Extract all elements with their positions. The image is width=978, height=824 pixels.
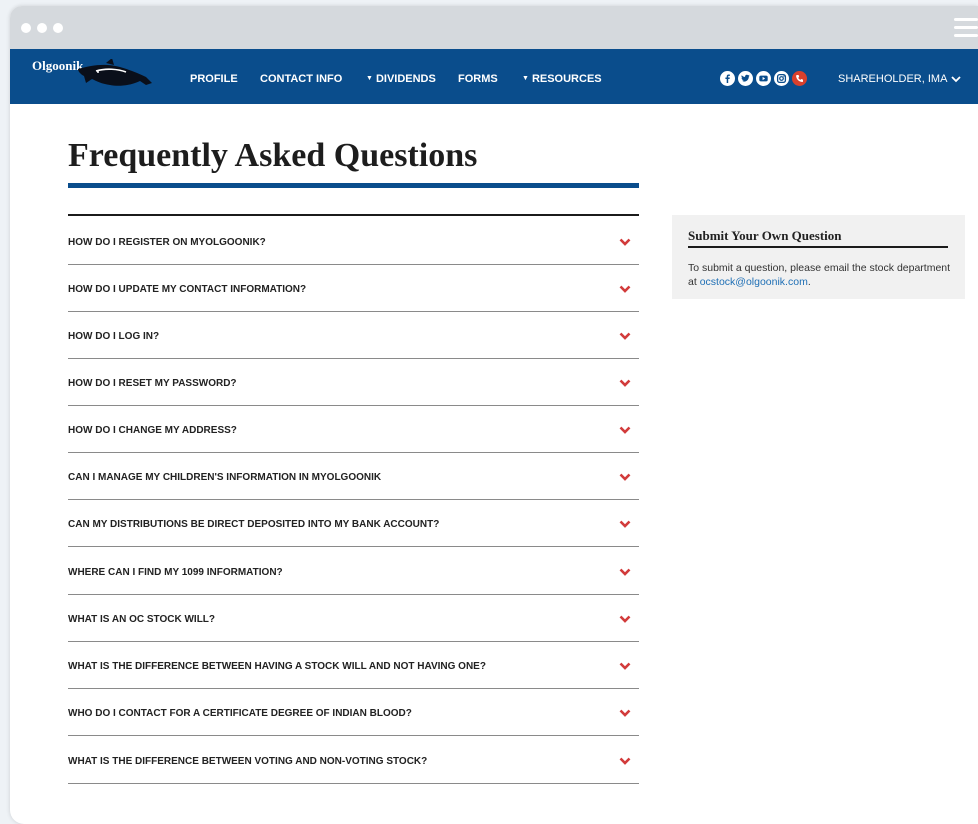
chevron-down-icon [619,238,631,246]
faq-list-top-border [68,214,639,216]
window-dot[interactable] [21,23,31,33]
facebook-icon[interactable] [720,71,735,86]
nav-resources[interactable]: ▼ RESOURCES [522,73,602,85]
chevron-down-icon [619,757,631,765]
window-dot[interactable] [37,23,47,33]
youtube-icon[interactable] [756,71,771,86]
faq-item[interactable]: HOW DO I REGISTER ON MYOLGOONIK? [68,217,639,265]
faq-item[interactable]: HOW DO I CHANGE MY ADDRESS? [68,405,639,453]
window-dot[interactable] [53,23,63,33]
chevron-down-icon [619,662,631,670]
faq-question: WHAT IS THE DIFFERENCE BETWEEN VOTING AN… [68,756,428,767]
chevron-down-icon [619,379,631,387]
faq-question: HOW DO I REGISTER ON MYOLGOONIK? [68,237,266,248]
submit-question-box: Submit Your Own Question To submit a que… [672,215,965,299]
chevron-down-icon [619,285,631,293]
faq-question: HOW DO I CHANGE MY ADDRESS? [68,425,237,436]
faq-item[interactable]: CAN I MANAGE MY CHILDREN'S INFORMATION I… [68,452,639,500]
hamburger-menu-icon[interactable] [954,18,978,38]
submit-question-text: To submit a question, please email the s… [688,262,951,288]
faq-question: CAN MY DISTRIBUTIONS BE DIRECT DEPOSITED… [68,519,440,530]
nav-profile[interactable]: PROFILE [190,73,238,85]
nav-contact-info[interactable]: CONTACT INFO [260,73,342,85]
whale-logo-icon [78,59,152,86]
chevron-down-icon [619,426,631,434]
caret-down-icon: ▼ [522,75,529,82]
faq-item[interactable]: HOW DO I UPDATE MY CONTACT INFORMATION? [68,264,639,312]
faq-question: WHAT IS THE DIFFERENCE BETWEEN HAVING A … [68,661,486,672]
faq-question: WHAT IS AN OC STOCK WILL? [68,614,216,625]
nav-forms[interactable]: FORMS [458,73,498,85]
faq-question: HOW DO I RESET MY PASSWORD? [68,378,237,389]
email-link[interactable]: ocstock@olgoonik.com [700,276,808,288]
chevron-down-icon [619,709,631,717]
user-menu[interactable]: SHAREHOLDER, IMA [838,73,962,85]
faq-item[interactable]: WHAT IS THE DIFFERENCE BETWEEN HAVING A … [68,641,639,689]
faq-question: WHERE CAN I FIND MY 1099 INFORMATION? [68,567,283,578]
faq-item[interactable]: HOW DO I RESET MY PASSWORD? [68,358,639,406]
submit-question-underline [688,246,948,248]
chevron-down-icon [619,615,631,623]
faq-item[interactable]: WHAT IS THE DIFFERENCE BETWEEN VOTING AN… [68,736,639,784]
page-title: Frequently Asked Questions [68,137,478,174]
faq-item[interactable]: HOW DO I LOG IN? [68,311,639,359]
faq-question: WHO DO I CONTACT FOR A CERTIFICATE DEGRE… [68,708,412,719]
nav-dividends[interactable]: ▼ DIVIDENDS [366,73,436,85]
chevron-down-icon [951,76,962,83]
caret-down-icon: ▼ [366,75,373,82]
faq-item[interactable]: WHAT IS AN OC STOCK WILL? [68,594,639,642]
instagram-icon[interactable] [774,71,789,86]
faq-item[interactable]: WHO DO I CONTACT FOR A CERTIFICATE DEGRE… [68,688,639,736]
chevron-down-icon [619,332,631,340]
window-titlebar [10,6,978,49]
title-underline [68,183,639,188]
chevron-down-icon [619,473,631,481]
twitter-icon[interactable] [738,71,753,86]
faq-question: HOW DO I UPDATE MY CONTACT INFORMATION? [68,284,307,295]
browser-window: Olgoonik PROFILE CONTACT INFO ▼ DIVIDENDS… [10,6,978,824]
submit-question-title: Submit Your Own Question [688,228,842,243]
faq-item[interactable]: WHERE CAN I FIND MY 1099 INFORMATION? [68,547,639,595]
faq-item[interactable]: CAN MY DISTRIBUTIONS BE DIRECT DEPOSITED… [68,499,639,547]
chevron-down-icon [619,520,631,528]
phone-icon[interactable] [792,71,807,86]
faq-question: CAN I MANAGE MY CHILDREN'S INFORMATION I… [68,472,382,483]
top-nav: Olgoonik PROFILE CONTACT INFO ▼ DIVIDENDS… [10,49,978,104]
chevron-down-icon [619,568,631,576]
faq-question: HOW DO I LOG IN? [68,331,160,342]
